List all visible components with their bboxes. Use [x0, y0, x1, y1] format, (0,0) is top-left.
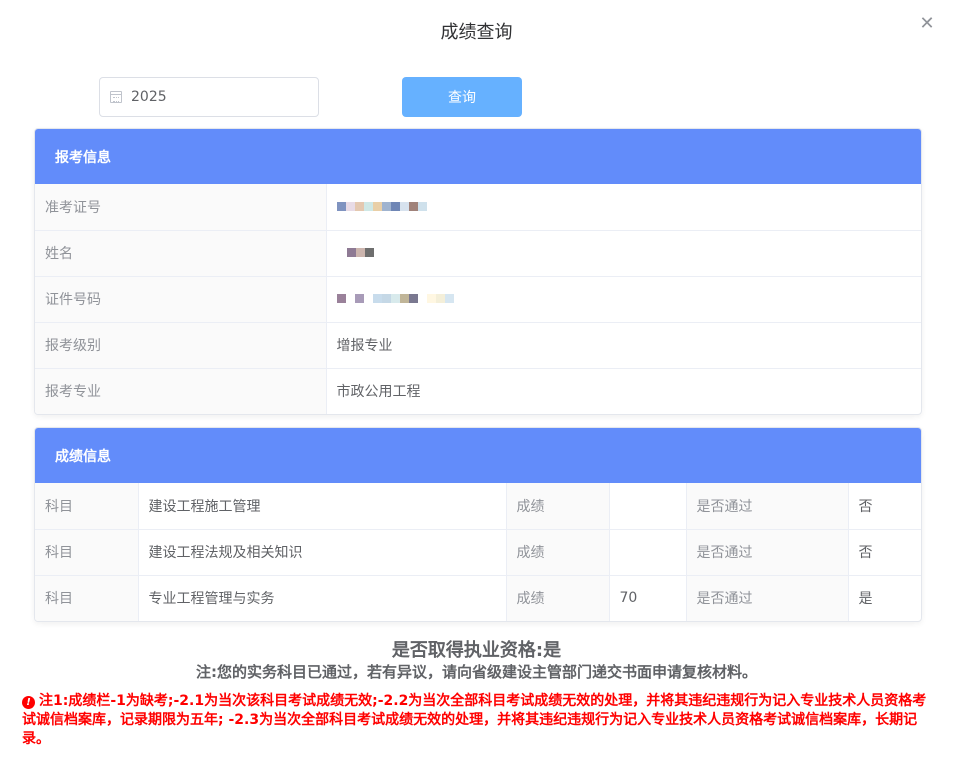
- table-row: 姓名: [35, 229, 921, 277]
- scores-card: 成绩信息 科目 建设工程施工管理 成绩 是否通过 否 科目 建设工程法规及相关知…: [34, 427, 922, 622]
- table-row: 证件号码: [35, 275, 921, 323]
- exam-level-label: 报考级别: [35, 321, 327, 369]
- name-value: [325, 229, 921, 277]
- pass-label: 是否通过: [685, 483, 849, 530]
- subject-name: 建设工程法规及相关知识: [137, 528, 507, 576]
- admission-number-label: 准考证号: [35, 184, 327, 231]
- table-row: 科目 专业工程管理与实务 成绩 70 是否通过 是: [35, 574, 921, 621]
- pass-label: 是否通过: [685, 574, 849, 621]
- exclamation-icon: !: [22, 696, 35, 709]
- table-row: 报考专业 市政公用工程: [35, 367, 921, 414]
- id-number-value: [325, 275, 921, 323]
- exam-major-label: 报考专业: [35, 367, 327, 414]
- dialog-title: 成绩查询: [440, 22, 513, 43]
- admission-number-value: [325, 184, 921, 231]
- subject-label: 科目: [35, 528, 139, 576]
- subject-label: 科目: [35, 483, 139, 530]
- year-value: 2025: [131, 89, 167, 105]
- score-value: [608, 528, 687, 576]
- table-row: 报考级别 增报专业: [35, 321, 921, 369]
- scores-header: 成绩信息: [35, 428, 921, 483]
- score-value: [608, 483, 687, 530]
- registration-table: 准考证号 姓名 证件号码 报考级别 增报专业 报考专业 市政公用工程: [35, 184, 921, 414]
- masked-value: [336, 201, 427, 211]
- appeal-note: 注:您的实务科目已通过，若有异议，请向省级建设主管部门递交书面申请复核材料。: [195, 663, 757, 681]
- score-value: 70: [608, 574, 687, 621]
- masked-value: [336, 294, 454, 304]
- table-row: 准考证号: [35, 184, 921, 231]
- subject-name: 建设工程施工管理: [137, 483, 507, 530]
- score-label: 成绩: [505, 528, 610, 576]
- qualification-result: 是否取得执业资格:是: [391, 640, 562, 661]
- id-number-label: 证件号码: [35, 275, 327, 323]
- registration-header: 报考信息: [35, 129, 921, 184]
- pass-value: 否: [847, 483, 921, 530]
- masked-value: [346, 248, 374, 258]
- table-row: 科目 建设工程法规及相关知识 成绩 是否通过 否: [35, 528, 921, 576]
- query-button[interactable]: 查询: [402, 77, 522, 117]
- year-picker[interactable]: 2025: [99, 77, 319, 117]
- name-label: 姓名: [35, 229, 327, 277]
- pass-value: 是: [847, 574, 921, 621]
- score-label: 成绩: [505, 574, 610, 621]
- pass-label: 是否通过: [685, 528, 849, 576]
- score-label: 成绩: [505, 483, 610, 530]
- table-row: 科目 建设工程施工管理 成绩 是否通过 否: [35, 483, 921, 530]
- subject-name: 专业工程管理与实务: [137, 574, 507, 621]
- exam-level-value: 增报专业: [325, 321, 921, 369]
- pass-value: 否: [847, 528, 921, 576]
- exam-major-value: 市政公用工程: [325, 367, 921, 414]
- subject-label: 科目: [35, 574, 139, 621]
- registration-card: 报考信息 准考证号 姓名 证件号码 报考级别 增报专业 报考专业 市政公用工程: [34, 128, 922, 415]
- scores-table: 科目 建设工程施工管理 成绩 是否通过 否 科目 建设工程法规及相关知识 成绩 …: [35, 483, 921, 621]
- score-code-warning: ! 注1:成绩栏-1为缺考;-2.1为当次该科目考试成绩无效;-2.2为当次全部科…: [22, 692, 937, 749]
- warning-text: 注1:成绩栏-1为缺考;-2.1为当次该科目考试成绩无效;-2.2为当次全部科目…: [22, 693, 927, 747]
- calendar-icon: [110, 91, 122, 103]
- close-icon[interactable]: ✕: [917, 14, 937, 34]
